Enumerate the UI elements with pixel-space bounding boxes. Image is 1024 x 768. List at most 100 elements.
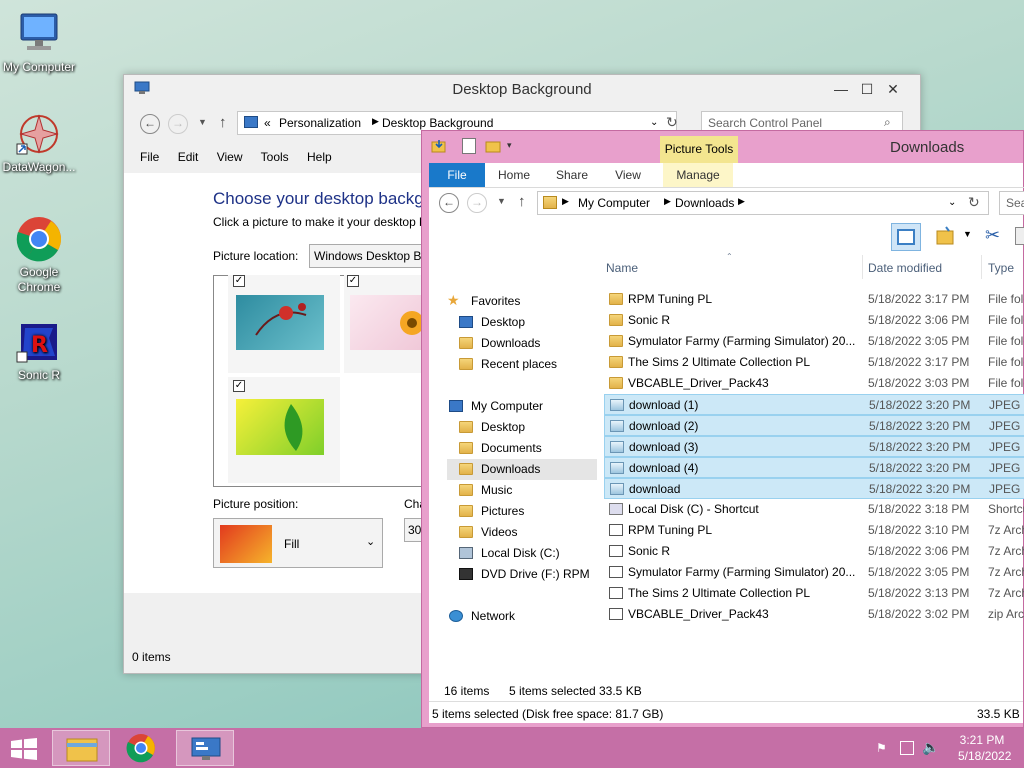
clock[interactable]: 3:21 PM 5/18/2022 xyxy=(958,733,1011,763)
tab-file[interactable]: File xyxy=(429,163,485,187)
recent-pages-button[interactable]: ▼ xyxy=(198,117,207,127)
wallpaper-thumb[interactable]: ✓ xyxy=(228,275,340,373)
wallpaper-checkbox[interactable]: ✓ xyxy=(233,380,245,392)
column-header-name[interactable]: Name xyxy=(606,261,638,275)
file-row[interactable]: Symulator Farmy (Farming Simulator) 20..… xyxy=(604,331,1024,352)
taskbar-control-panel[interactable] xyxy=(176,730,234,766)
forward-button[interactable]: → xyxy=(168,114,188,134)
action-center-flag-icon[interactable]: ⚑ xyxy=(876,741,890,755)
nav-pictures[interactable]: Pictures xyxy=(447,501,607,522)
nav-documents[interactable]: Documents xyxy=(447,438,607,459)
chevron-down-icon[interactable]: ▼ xyxy=(963,229,972,239)
file-row[interactable]: download (1) 5/18/2022 3:20 PM JPEG im xyxy=(604,394,1024,415)
column-divider[interactable] xyxy=(862,255,863,279)
forward-button[interactable]: → xyxy=(467,193,487,213)
breadcrumb-my-computer[interactable]: My Computer xyxy=(578,196,650,210)
menu-edit[interactable]: Edit xyxy=(178,150,199,164)
breadcrumb-overflow[interactable]: « xyxy=(264,116,271,130)
file-row[interactable]: Sonic R 5/18/2022 3:06 PM File folde xyxy=(604,310,1024,331)
file-row[interactable]: Symulator Farmy (Farming Simulator) 20..… xyxy=(604,562,1024,583)
scissors-icon[interactable]: ✂ xyxy=(985,225,1000,246)
nav-favorites-desktop[interactable]: Desktop xyxy=(447,312,607,333)
file-row[interactable]: The Sims 2 Ultimate Collection PL 5/18/20… xyxy=(604,583,1024,604)
taskbar-file-explorer[interactable] xyxy=(52,730,110,766)
file-row[interactable]: The Sims 2 Ultimate Collection PL 5/18/20… xyxy=(604,352,1024,373)
wallpaper-thumb[interactable]: ✓ xyxy=(344,275,424,373)
tab-home[interactable]: Home xyxy=(489,163,539,187)
nav-network[interactable]: Network xyxy=(447,606,607,627)
breadcrumb-downloads[interactable]: Downloads xyxy=(675,196,734,210)
open-folder-icon[interactable] xyxy=(935,225,957,247)
column-divider[interactable] xyxy=(981,255,982,279)
minimize-button[interactable]: — xyxy=(828,79,854,99)
file-date: 5/18/2022 3:02 PM xyxy=(868,607,970,621)
chevron-down-icon[interactable]: ⌄ xyxy=(948,197,956,208)
close-button[interactable]: ✕ xyxy=(880,79,906,99)
up-button[interactable]: ↑ xyxy=(518,193,526,210)
wallpaper-thumb[interactable]: ✓ xyxy=(228,377,340,483)
properties-icon[interactable] xyxy=(462,138,476,154)
start-button[interactable] xyxy=(10,738,38,760)
column-header-type[interactable]: Type xyxy=(988,261,1014,275)
menu-help[interactable]: Help xyxy=(307,150,332,164)
nav-music[interactable]: Music xyxy=(447,480,607,501)
column-header-date[interactable]: Date modified xyxy=(868,261,942,275)
picture-location-select[interactable]: Windows Desktop Ba xyxy=(309,244,429,268)
refresh-icon[interactable]: ↻ xyxy=(968,194,980,211)
nav-my-computer[interactable]: My Computer xyxy=(447,396,607,417)
preview-pane-button[interactable] xyxy=(891,223,921,251)
search-icon[interactable]: ⌕ xyxy=(884,115,891,130)
tab-share[interactable]: Share xyxy=(547,163,597,187)
downloads-folder-icon xyxy=(543,196,557,209)
breadcrumb-desktop-background[interactable]: Desktop Background xyxy=(382,116,493,130)
menu-tools[interactable]: Tools xyxy=(261,150,289,164)
up-button[interactable]: ↑ xyxy=(219,114,227,131)
downloads-window[interactable]: ▾ Picture Tools Downloads File Home Shar… xyxy=(421,130,1024,728)
nav-downloads-selected[interactable]: Downloads xyxy=(447,459,597,480)
chevron-down-icon[interactable]: ⌄ xyxy=(650,117,658,128)
new-folder-icon[interactable] xyxy=(485,139,501,153)
file-row[interactable]: download (4) 5/18/2022 3:20 PM JPEG im xyxy=(604,457,1024,478)
nav-computer-desktop[interactable]: Desktop xyxy=(447,417,607,438)
copy-icon[interactable] xyxy=(1015,227,1024,245)
recent-locations-button[interactable]: ▼ xyxy=(497,196,506,206)
nav-videos[interactable]: Videos xyxy=(447,522,607,543)
file-row[interactable]: VBCABLE_Driver_Pack43 5/18/2022 3:02 PM zi… xyxy=(604,604,1024,625)
volume-icon[interactable]: 🔈 xyxy=(922,739,939,756)
network-tray-icon[interactable] xyxy=(900,741,914,755)
maximize-button[interactable]: ☐ xyxy=(854,79,880,99)
tab-manage[interactable]: Manage xyxy=(663,163,733,187)
back-button[interactable]: ← xyxy=(140,114,160,134)
desktop-folder-icon xyxy=(459,421,473,433)
desktop-icon-datawagon[interactable]: DataWagon... xyxy=(0,110,78,175)
nav-recent-places[interactable]: Recent places xyxy=(447,354,607,375)
back-button[interactable]: ← xyxy=(439,193,459,213)
nav-local-disk[interactable]: Local Disk (C:) xyxy=(447,543,607,564)
file-row[interactable]: Sonic R 5/18/2022 3:06 PM 7z Arch xyxy=(604,541,1024,562)
file-row[interactable]: Local Disk (C) - Shortcut 5/18/2022 3:18 … xyxy=(604,499,1024,520)
file-row[interactable]: download 5/18/2022 3:20 PM JPEG im xyxy=(604,478,1024,499)
menu-file[interactable]: File xyxy=(140,150,159,164)
picture-position-select[interactable]: Fill ⌄ xyxy=(213,518,383,568)
address-bar[interactable]: ▶ My Computer ▶ Downloads ▶ ⌄ ↻ xyxy=(537,191,989,215)
tab-view[interactable]: View xyxy=(603,163,653,187)
nav-favorites[interactable]: ★ Favorites xyxy=(447,291,607,312)
desktop-icon-sonic-r[interactable]: R Sonic R xyxy=(0,318,78,383)
file-row[interactable]: download (3) 5/18/2022 3:20 PM JPEG im xyxy=(604,436,1024,457)
search-input[interactable]: Sea xyxy=(999,191,1024,215)
file-row[interactable]: RPM Tuning PL 5/18/2022 3:17 PM File folde xyxy=(604,289,1024,310)
taskbar-chrome[interactable] xyxy=(112,730,170,766)
customize-toolbar-icon[interactable]: ▾ xyxy=(507,140,512,151)
wallpaper-checkbox[interactable]: ✓ xyxy=(233,275,245,287)
nav-favorites-downloads[interactable]: Downloads xyxy=(447,333,607,354)
file-row[interactable]: download (2) 5/18/2022 3:20 PM JPEG im xyxy=(604,415,1024,436)
wallpaper-checkbox[interactable]: ✓ xyxy=(347,275,359,287)
desktop-icon-google-chrome[interactable]: Google Chrome xyxy=(0,215,78,295)
nav-dvd-drive[interactable]: DVD Drive (F:) RPM T xyxy=(447,564,592,585)
refresh-icon[interactable]: ↻ xyxy=(666,114,678,131)
menu-view[interactable]: View xyxy=(217,150,243,164)
file-row[interactable]: VBCABLE_Driver_Pack43 5/18/2022 3:03 PM Fi… xyxy=(604,373,1024,394)
file-row[interactable]: RPM Tuning PL 5/18/2022 3:10 PM 7z Arch xyxy=(604,520,1024,541)
desktop-icon-my-computer[interactable]: My Computer xyxy=(0,10,78,75)
breadcrumb-personalization[interactable]: Personalization xyxy=(279,116,361,130)
